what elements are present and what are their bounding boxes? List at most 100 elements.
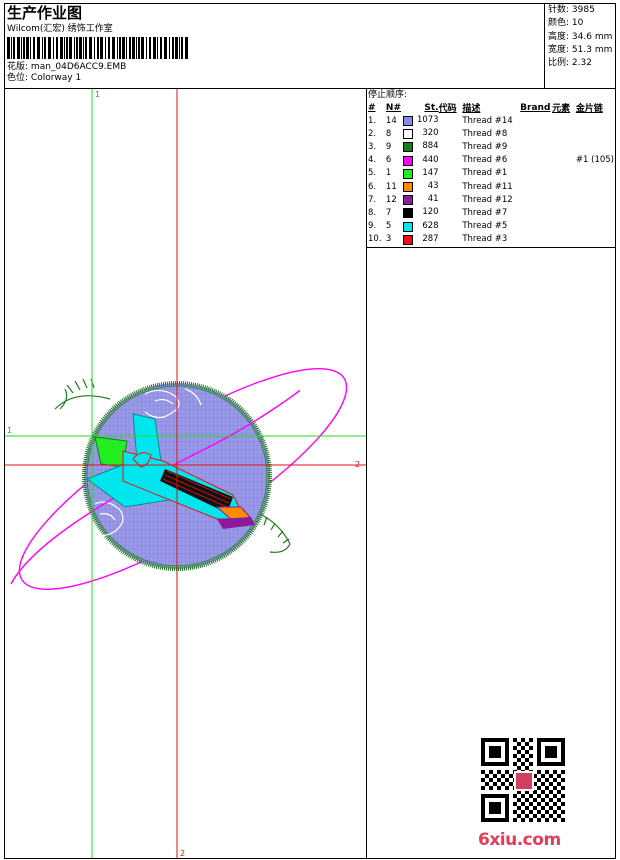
stop-sequence-panel: 停止顺序: # N# St. 代码 描述 Brand 元素 金片链 1. 14 10… bbox=[368, 89, 614, 246]
row-code bbox=[439, 154, 463, 167]
row-element bbox=[552, 140, 576, 153]
row-code bbox=[439, 206, 463, 219]
row-stitch-count: 628 bbox=[422, 220, 439, 231]
row-needle: 14 bbox=[385, 115, 397, 126]
panel-divider-vertical bbox=[366, 89, 367, 858]
col-index: # bbox=[368, 102, 376, 113]
panel-divider-horizontal bbox=[366, 247, 616, 248]
row-stitches: 628 bbox=[402, 220, 439, 233]
row-stitch-count: 884 bbox=[422, 141, 439, 152]
row-sequin bbox=[576, 233, 614, 246]
row-index: 3. bbox=[368, 141, 377, 152]
row-brand bbox=[520, 233, 552, 246]
barcode bbox=[7, 37, 188, 59]
row-brand bbox=[520, 180, 552, 193]
col-element: 元素 bbox=[552, 104, 571, 114]
row-description: Thread #5 bbox=[462, 221, 508, 232]
leaf-sprig-left bbox=[54, 378, 111, 410]
table-row: 8. 7 120 Thread #7 bbox=[368, 206, 614, 219]
row-description: Thread #6 bbox=[462, 155, 508, 166]
red-horizontal-label: 2 bbox=[355, 460, 360, 469]
qr-code bbox=[481, 738, 565, 822]
row-stitches: 440 bbox=[402, 154, 439, 167]
stop-sequence-table: # N# St. 代码 描述 Brand 元素 金片链 1. 14 1073 Thre… bbox=[368, 101, 614, 246]
row-index: 4. bbox=[368, 155, 377, 166]
row-code bbox=[439, 233, 463, 246]
row-description: Thread #7 bbox=[462, 207, 508, 218]
row-description: Thread #11 bbox=[462, 181, 513, 192]
row-sequin bbox=[576, 114, 614, 127]
colorway-value: Colorway 1 bbox=[30, 73, 82, 83]
row-stitch-count: 287 bbox=[422, 233, 439, 244]
row-stitch-count: 320 bbox=[422, 128, 439, 139]
row-needle: 9 bbox=[385, 141, 392, 152]
row-description: Thread #3 bbox=[462, 234, 508, 245]
row-description: Thread #9 bbox=[462, 141, 508, 152]
row-brand bbox=[520, 154, 552, 167]
stop-sequence-title: 停止顺序: bbox=[368, 90, 408, 100]
row-sequin bbox=[576, 193, 614, 206]
colorway-label: 色位: bbox=[7, 73, 29, 83]
colorway-line: 色位: Colorway 1 bbox=[7, 73, 543, 84]
table-row: 9. 5 628 Thread #5 bbox=[368, 220, 614, 233]
row-element bbox=[552, 114, 576, 127]
row-brand bbox=[520, 127, 552, 140]
row-stitches: 41 bbox=[402, 193, 439, 206]
color-swatch bbox=[402, 168, 413, 179]
green-vertical-label: 1 bbox=[95, 90, 100, 99]
table-row: 4. 6 440 Thread #6 #1 (105) bbox=[368, 154, 614, 167]
color-swatch bbox=[402, 142, 413, 153]
row-element bbox=[552, 220, 576, 233]
row-element bbox=[552, 206, 576, 219]
row-description: Thread #12 bbox=[462, 194, 513, 205]
design-label: 花版: bbox=[7, 62, 29, 72]
table-row: 10. 3 287 Thread #3 bbox=[368, 233, 614, 246]
header-left: 生产作业图 Wilcom(汇宏) 绣饰工作室 花版: man_04D6ACC9.… bbox=[7, 4, 543, 84]
row-needle: 8 bbox=[385, 128, 392, 139]
row-needle: 7 bbox=[385, 207, 392, 218]
row-needle: 11 bbox=[385, 181, 397, 192]
row-code bbox=[439, 127, 463, 140]
row-needle: 5 bbox=[385, 221, 392, 232]
stat-scale: 比例: 2.32 bbox=[548, 58, 592, 69]
table-row: 1. 14 1073 Thread #14 bbox=[368, 114, 614, 127]
row-stitches: 147 bbox=[402, 167, 439, 180]
row-stitch-count: 147 bbox=[422, 167, 439, 178]
row-element bbox=[552, 180, 576, 193]
color-swatch bbox=[402, 208, 413, 219]
row-sequin bbox=[576, 167, 614, 180]
design-canvas: 1 1 2 2 bbox=[5, 89, 366, 858]
row-index: 9. bbox=[368, 221, 377, 232]
row-brand bbox=[520, 220, 552, 233]
row-brand bbox=[520, 193, 552, 206]
row-needle: 1 bbox=[385, 168, 392, 179]
stat-width: 宽度: 51.3 mm bbox=[548, 44, 613, 55]
stat-height: 高度: 34.6 mm bbox=[548, 31, 613, 42]
col-stitches: St. bbox=[424, 102, 439, 113]
row-element bbox=[552, 154, 576, 167]
row-sequin: #1 (105) bbox=[575, 155, 614, 166]
studio-name: Wilcom(汇宏) 绣饰工作室 bbox=[7, 24, 113, 34]
row-description: Thread #8 bbox=[462, 128, 508, 139]
col-code: 代码 bbox=[438, 104, 457, 114]
row-index: 5. bbox=[368, 168, 377, 179]
color-swatch bbox=[402, 195, 413, 206]
row-stitch-count: 41 bbox=[427, 194, 439, 205]
table-header: # N# St. 代码 描述 Brand 元素 金片链 bbox=[368, 101, 614, 115]
row-sequin bbox=[576, 220, 614, 233]
row-stitches: 1073 bbox=[402, 114, 439, 127]
table-row: 7. 12 41 Thread #12 bbox=[368, 193, 614, 206]
row-code bbox=[439, 167, 463, 180]
table-row: 5. 1 147 Thread #1 bbox=[368, 167, 614, 180]
table-row: 6. 11 43 Thread #11 bbox=[368, 180, 614, 193]
color-swatch bbox=[402, 116, 413, 127]
leaf-sprig-right bbox=[259, 513, 291, 553]
row-element bbox=[552, 233, 576, 246]
row-stitches: 320 bbox=[402, 127, 439, 140]
red-vertical-label: 2 bbox=[180, 849, 185, 858]
row-stitch-count: 120 bbox=[422, 207, 439, 218]
color-swatch bbox=[402, 234, 413, 245]
row-stitch-count: 440 bbox=[422, 154, 439, 165]
row-brand bbox=[520, 114, 552, 127]
row-description: Thread #1 bbox=[462, 168, 508, 179]
